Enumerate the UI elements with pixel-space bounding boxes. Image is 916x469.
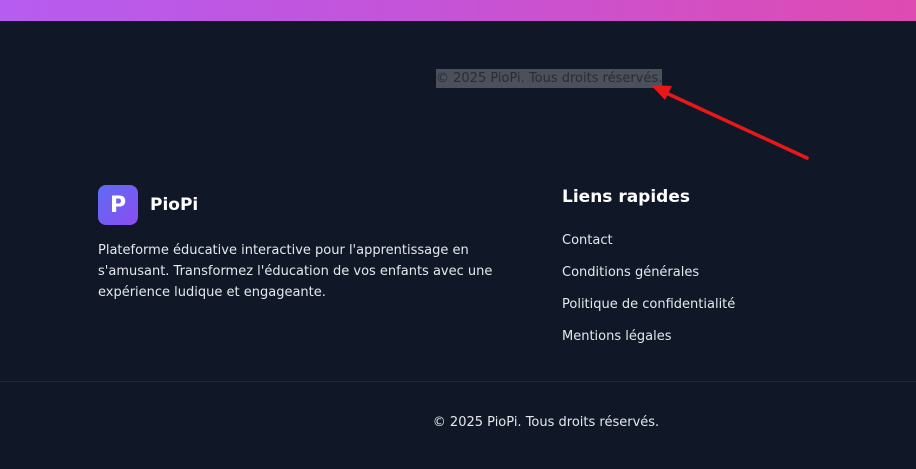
quick-link-legal[interactable]: Mentions légales — [562, 327, 735, 359]
brand-name: PioPi — [150, 195, 199, 215]
brand-description: Plateforme éducative interactive pour l'… — [98, 243, 493, 300]
quick-link-privacy[interactable]: Politique de confidentialité — [562, 295, 735, 327]
quick-links-list: Contact Conditions générales Politique d… — [562, 231, 735, 359]
quick-link-conditions[interactable]: Conditions générales — [562, 263, 735, 295]
footer-brand[interactable]: P PioPi — [98, 185, 198, 225]
footer-copyright: © 2025 PioPi. Tous droits réservés. — [432, 415, 660, 430]
highlighted-copyright-text[interactable]: © 2025 PioPi. Tous droits réservés. — [436, 69, 663, 88]
brand-logo-letter: P — [109, 192, 127, 218]
annotation-arrow-shaft — [662, 90, 809, 160]
brand-logo: P — [98, 185, 138, 225]
footer-divider — [0, 381, 916, 382]
quick-link-contact[interactable]: Contact — [562, 231, 735, 263]
quick-links-heading: Liens rapides — [562, 187, 690, 207]
top-gradient-bar — [0, 0, 916, 21]
